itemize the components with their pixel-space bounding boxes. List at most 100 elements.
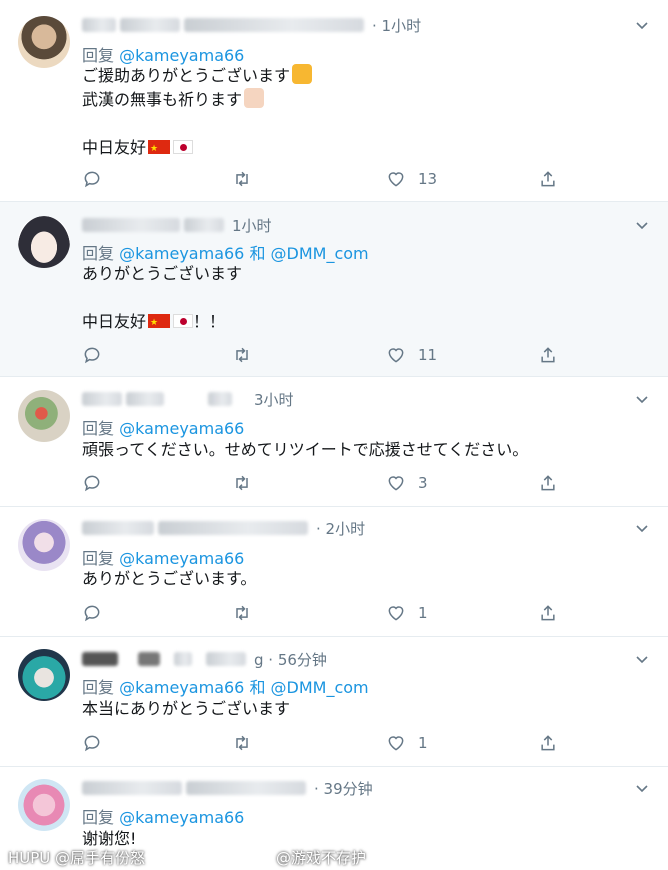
blurred-username	[120, 18, 180, 32]
share-button[interactable]	[538, 472, 558, 494]
blurred-handle	[184, 18, 364, 32]
retweet-icon	[236, 735, 248, 751]
japan-flag-icon	[173, 314, 194, 328]
heart-icon	[388, 736, 404, 751]
retweet-icon	[236, 605, 248, 621]
blurred-username	[82, 521, 154, 535]
like-button[interactable]: 1	[386, 602, 428, 624]
blurred-handle	[184, 218, 224, 232]
reply-button[interactable]	[82, 168, 102, 190]
reply-prefix: 回复	[82, 808, 115, 827]
timestamp[interactable]: · 2小时	[316, 518, 365, 539]
tweet-actions: 1	[82, 602, 562, 624]
tweet-line: 頑張ってください。せめてリツイートで応援させてください。	[82, 440, 529, 459]
share-icon	[541, 475, 555, 491]
mention-link[interactable]: @kameyama66	[119, 46, 244, 65]
reply-prefix: 回复	[82, 244, 115, 263]
tweet-line: ありがとうございます	[82, 264, 243, 283]
chevron-down-icon[interactable]	[634, 18, 650, 34]
reply-to-line: 回复 @kameyama66 和 @DMM_com	[82, 240, 369, 264]
share-button[interactable]	[538, 168, 558, 190]
tweet-1[interactable]: · 1小时 回复 @kameyama66 ご援助ありがとうございます 武漢の無事…	[0, 0, 668, 202]
timestamp[interactable]: · 1小时	[372, 15, 421, 36]
tweet-line: 本当にありがとうございます	[82, 699, 291, 718]
blurred-username	[82, 392, 122, 406]
share-button[interactable]	[538, 732, 558, 754]
mention-link[interactable]: @kameyama66 和 @DMM_com	[119, 244, 369, 263]
avatar[interactable]	[18, 216, 70, 268]
retweet-button[interactable]	[232, 472, 252, 494]
avatar[interactable]	[18, 519, 70, 571]
reply-button[interactable]	[82, 602, 102, 624]
timestamp[interactable]: 1小时	[232, 215, 272, 236]
tweet-header: · 1小时	[82, 15, 421, 35]
avatar[interactable]	[18, 390, 70, 442]
heart-icon	[388, 348, 404, 363]
retweet-button[interactable]	[232, 602, 252, 624]
blurred-handle	[158, 521, 308, 535]
tweet-header: 3小时	[82, 389, 294, 409]
blurred-username	[82, 652, 118, 666]
like-button[interactable]: 3	[386, 472, 428, 494]
retweet-icon	[236, 171, 248, 187]
retweet-button[interactable]	[232, 344, 252, 366]
reply-prefix: 回复	[82, 419, 115, 438]
tweet-4[interactable]: · 2小时 回复 @kameyama66 ありがとうございます。 1	[0, 507, 668, 637]
reply-button[interactable]	[82, 472, 102, 494]
like-button[interactable]: 1	[386, 732, 428, 754]
chevron-down-icon[interactable]	[634, 392, 650, 408]
like-button[interactable]: 11	[386, 344, 437, 366]
tweet-2[interactable]: 1小时 回复 @kameyama66 和 @DMM_com ありがとうございます…	[0, 202, 668, 377]
china-flag-icon	[148, 137, 171, 161]
heart-icon	[388, 476, 404, 491]
timestamp[interactable]: g · 56分钟	[254, 649, 327, 670]
avatar[interactable]	[18, 779, 70, 831]
mention-link[interactable]: @kameyama66 和 @DMM_com	[119, 678, 369, 697]
mention-link[interactable]: @kameyama66	[119, 808, 244, 827]
flexed-arm-emoji-icon	[244, 88, 265, 108]
like-button[interactable]: 13	[386, 168, 437, 190]
like-count: 1	[418, 604, 428, 622]
tweet-text: 本当にありがとうございます	[82, 697, 290, 721]
blurred-username	[126, 392, 164, 406]
chevron-down-icon[interactable]	[634, 781, 650, 797]
tweet-line: 谢谢您!	[82, 829, 137, 848]
tweet-line: 中日友好	[82, 138, 147, 157]
retweet-button[interactable]	[232, 732, 252, 754]
reply-to-line: 回复 @kameyama66	[82, 415, 244, 439]
chevron-down-icon[interactable]	[634, 521, 650, 537]
reply-to-line: 回复 @kameyama66	[82, 545, 244, 569]
timestamp[interactable]: 3小时	[254, 389, 294, 410]
tweet-text: 頑張ってください。せめてリツイートで応援させてください。	[82, 438, 528, 462]
share-button[interactable]	[538, 602, 558, 624]
mention-link[interactable]: @kameyama66	[119, 419, 244, 438]
tweet-line: ご援助ありがとうございます	[82, 66, 291, 85]
reply-to-line: 回复 @kameyama66 和 @DMM_com	[82, 674, 369, 698]
mention-link[interactable]: @kameyama66	[119, 549, 244, 568]
share-button[interactable]	[538, 344, 558, 366]
like-count: 1	[418, 734, 428, 752]
share-icon	[541, 735, 555, 751]
tweet-actions: 1	[82, 732, 562, 754]
reply-button[interactable]	[82, 732, 102, 754]
watermark-left: HUPU @屌手有份怒	[8, 849, 146, 867]
retweet-button[interactable]	[232, 168, 252, 190]
avatar[interactable]	[18, 16, 70, 68]
reply-button[interactable]	[82, 344, 102, 366]
avatar[interactable]	[18, 649, 70, 701]
chevron-down-icon[interactable]	[634, 652, 650, 668]
blurred-handle	[174, 652, 192, 666]
tweet-line: 武漢の無事も祈ります	[82, 90, 243, 109]
tweet-5[interactable]: g · 56分钟 回复 @kameyama66 和 @DMM_com 本当にあり…	[0, 637, 668, 767]
tweet-line: ！！	[193, 312, 226, 331]
tweet-3[interactable]: 3小时 回复 @kameyama66 頑張ってください。せめてリツイートで応援さ…	[0, 377, 668, 507]
like-count: 13	[418, 170, 438, 188]
timestamp[interactable]: · 39分钟	[314, 778, 373, 799]
chevron-down-icon[interactable]	[634, 218, 650, 234]
japan-flag-icon	[173, 140, 194, 154]
like-count: 11	[418, 346, 438, 364]
reply-icon	[84, 605, 100, 622]
blurred-username	[82, 218, 180, 232]
reply-icon	[84, 735, 100, 752]
reply-to-line: 回复 @kameyama66	[82, 42, 244, 66]
